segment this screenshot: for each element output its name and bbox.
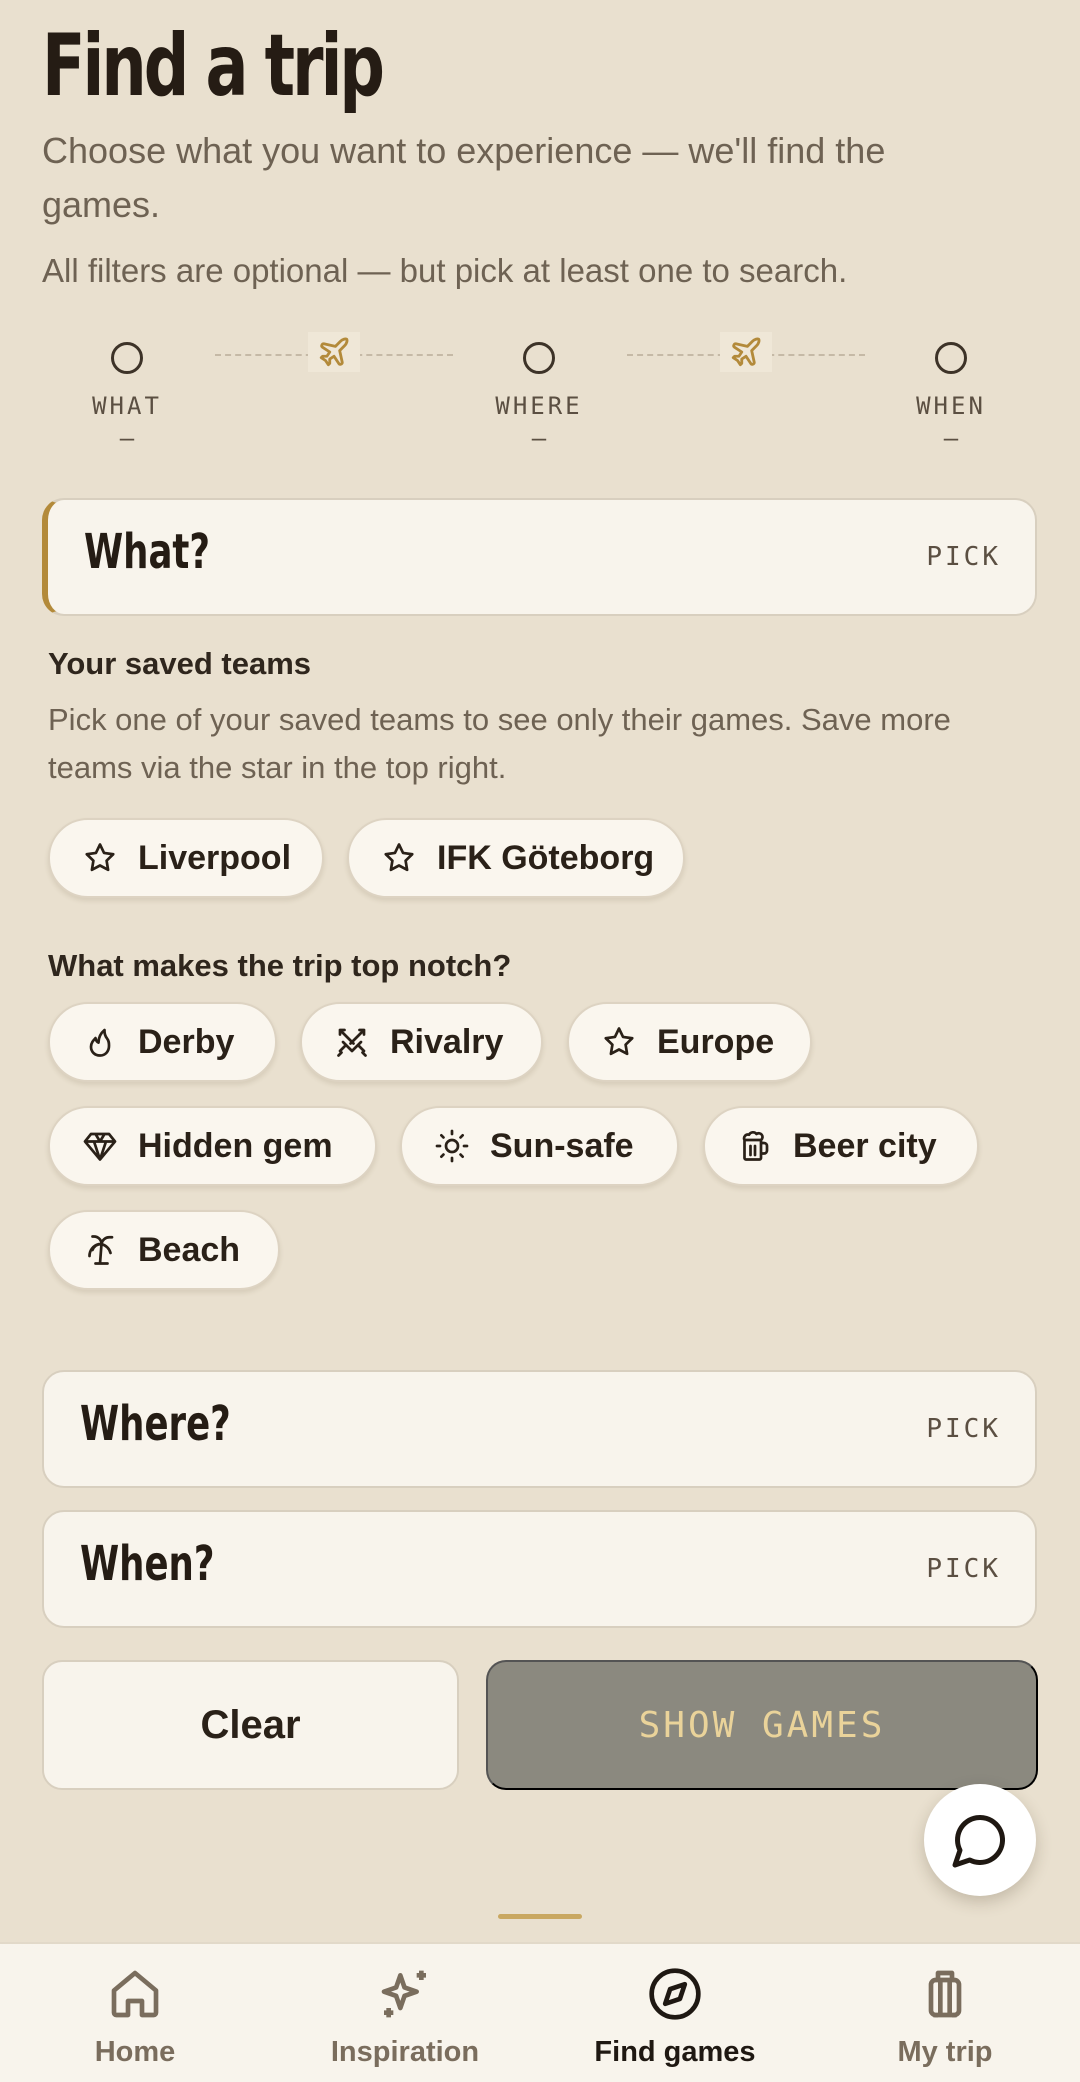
- chip-label: Beer city: [793, 1126, 937, 1165]
- luggage-icon: [928, 1970, 962, 2018]
- flame-icon: [89, 1028, 111, 1057]
- step-circle: [111, 342, 143, 374]
- step-value: –: [943, 422, 959, 452]
- section-title: When?: [80, 1536, 215, 1592]
- show-games-button[interactable]: SHOW GAMES: [486, 1660, 1038, 1790]
- nav-label: Inspiration: [330, 2036, 480, 2068]
- top-notch-heading: What makes the trip top notch?: [48, 948, 512, 983]
- pick-label: PICK: [926, 1414, 1001, 1444]
- filter-hint: All filters are optional — but pick at l…: [42, 252, 848, 289]
- page-title: Find a trip: [42, 16, 385, 116]
- saved-teams-description: Pick one of your saved teams to see only…: [48, 702, 951, 785]
- team-chip-ifk-goteborg[interactable]: IFK Göteborg: [347, 818, 685, 898]
- step-where[interactable]: WHERE –: [479, 342, 599, 453]
- compass-icon: [649, 1968, 701, 2020]
- tag-chip-beer-city[interactable]: Beer city: [703, 1106, 979, 1186]
- sun-icon: [435, 1129, 469, 1163]
- chat-button[interactable]: [924, 1784, 1036, 1896]
- tag-chip-beach[interactable]: Beach: [48, 1210, 280, 1290]
- nav-home[interactable]: Home: [0, 1944, 270, 2082]
- chip-label: Liverpool: [138, 838, 292, 877]
- tag-chip-derby[interactable]: Derby: [48, 1002, 277, 1082]
- clear-button[interactable]: Clear: [42, 1660, 459, 1790]
- chip-label: Rivalry: [390, 1022, 504, 1061]
- star-icon: [85, 843, 115, 872]
- pick-label: PICK: [926, 1554, 1001, 1584]
- team-chip-liverpool[interactable]: Liverpool: [48, 818, 324, 898]
- chip-label: IFK Göteborg: [437, 838, 655, 877]
- nav-find-games[interactable]: Find games: [540, 1944, 810, 2082]
- where-section-header[interactable]: Where? PICK: [42, 1370, 1037, 1488]
- step-connector: [627, 332, 865, 372]
- page-subtitle: Choose what you want to experience — we'…: [42, 130, 886, 225]
- section-title: What?: [84, 524, 211, 580]
- chip-label: Beach: [138, 1230, 241, 1269]
- palm-tree-icon: [88, 1235, 114, 1265]
- scroll-indicator: [498, 1914, 582, 1919]
- plane-icon: [308, 332, 360, 372]
- chip-label: Sun-safe: [490, 1126, 634, 1165]
- chat-bubble-icon: [952, 1814, 1006, 1868]
- tag-chip-rivalry[interactable]: Rivalry: [300, 1002, 543, 1082]
- plane-icon: [720, 332, 772, 372]
- step-when[interactable]: WHEN –: [891, 342, 1011, 453]
- step-label: WHERE: [495, 392, 583, 420]
- step-value: –: [531, 422, 547, 452]
- find-trip-page: Find a trip Choose what you want to expe…: [0, 0, 1080, 2082]
- saved-teams-heading: Your saved teams: [48, 646, 312, 681]
- nav-my-trip[interactable]: My trip: [810, 1944, 1080, 2082]
- step-label: WHEN: [916, 392, 986, 420]
- when-section-header[interactable]: When? PICK: [42, 1510, 1037, 1628]
- nav-label: My trip: [897, 2036, 993, 2068]
- nav-label: Find games: [594, 2036, 756, 2068]
- chip-label: Derby: [138, 1022, 235, 1061]
- section-title: Where?: [80, 1396, 231, 1452]
- crossed-swords-icon: [337, 1028, 367, 1057]
- tag-chip-hidden-gem[interactable]: Hidden gem: [48, 1106, 377, 1186]
- sparkles-icon: [381, 1970, 426, 2018]
- chip-label: Hidden gem: [138, 1126, 333, 1165]
- step-circle: [523, 342, 555, 374]
- step-connector: [215, 332, 453, 372]
- pick-label: PICK: [926, 542, 1001, 572]
- step-label: WHAT: [92, 392, 162, 420]
- beer-mug-icon: [742, 1130, 769, 1161]
- nav-label: Home: [94, 2036, 176, 2068]
- chip-label: Europe: [657, 1022, 775, 1061]
- bottom-nav: Home Inspiration Find games My trip: [0, 1942, 1080, 2082]
- step-circle: [935, 342, 967, 374]
- tag-chip-sun-safe[interactable]: Sun-safe: [400, 1106, 679, 1186]
- what-section-header[interactable]: What? PICK: [42, 498, 1037, 616]
- step-what[interactable]: WHAT –: [67, 342, 187, 453]
- star-icon: [604, 1027, 634, 1056]
- home-icon: [111, 1970, 159, 2018]
- tag-chip-europe[interactable]: Europe: [567, 1002, 812, 1082]
- star-icon: [384, 843, 414, 872]
- gem-icon: [83, 1132, 117, 1161]
- nav-inspiration[interactable]: Inspiration: [270, 1944, 540, 2082]
- step-value: –: [119, 422, 135, 452]
